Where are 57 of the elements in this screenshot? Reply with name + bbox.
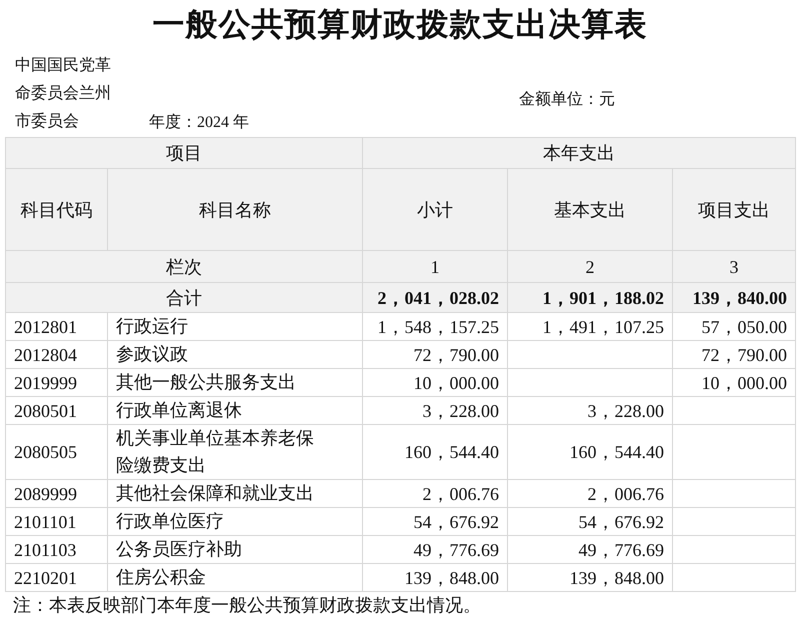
table-cell: 160，544.40 (362, 424, 508, 480)
header-cell: 科目代码 (6, 168, 108, 250)
table-cell: 2089999 (6, 480, 108, 508)
table-cell: 139，848.00 (508, 564, 672, 592)
header-cell: 本年支出 (362, 138, 796, 168)
report-title: 一般公共预算财政拨款支出决算表 (152, 5, 648, 44)
table-cell: 2210201 (6, 564, 108, 592)
table-cell: 机关事业单位基本养老保险缴费支出 (108, 424, 362, 480)
header-cell: 科目名称 (108, 168, 362, 250)
table-cell: 参政议政 (108, 340, 362, 368)
table-cell: 1，491，107.25 (508, 312, 672, 340)
table-cell: 54，676.92 (362, 508, 508, 536)
table-cell: 2012801 (6, 312, 108, 340)
table-cell: 行政运行 (108, 312, 362, 340)
table-cell: 54，676.92 (508, 508, 672, 536)
table-note: 注：本表反映部门本年度一般公共预算财政拨款支出情况。 (12, 594, 482, 617)
unit-name: 中国国民党革命委员会兰州市委员会 (15, 56, 112, 132)
table-cell: 10，000.00 (672, 368, 796, 396)
table-cell: 2，006.76 (508, 480, 672, 508)
table-cell: 49，776.69 (362, 536, 508, 564)
header-cell: 小计 (362, 168, 508, 250)
header-cell: 项目支出 (672, 168, 796, 250)
table-cell: 2080501 (6, 396, 108, 424)
table-cell: 行政单位医疗 (108, 508, 362, 536)
header-cell: 1 (362, 250, 508, 282)
table-cell: 2080505 (6, 424, 108, 480)
total-cell: 2，041，028.02 (362, 282, 508, 312)
total-cell: 139，840.00 (672, 282, 796, 312)
table-cell: 139，848.00 (362, 564, 508, 592)
table-cell: 57，050.00 (672, 312, 796, 340)
table-cell: 2101101 (6, 508, 108, 536)
table-cell: 1，548，157.25 (362, 312, 508, 340)
table-cell: 160，544.40 (508, 424, 672, 480)
table-cell: 2012804 (6, 340, 108, 368)
header-cell: 基本支出 (508, 168, 672, 250)
header-cell: 项目 (6, 138, 362, 168)
table-cell: 3，228.00 (508, 396, 672, 424)
table-cell: 2019999 (6, 368, 108, 396)
amount-unit: 金额单位：元 (519, 90, 615, 110)
table-cell: 2，006.76 (362, 480, 508, 508)
year-label: 年度：2024 年 (149, 112, 249, 133)
table-cell: 10，000.00 (362, 368, 508, 396)
table-cell: 其他社会保障和就业支出 (108, 480, 362, 508)
table-cell: 72，790.00 (362, 340, 508, 368)
header-cell: 2 (508, 250, 672, 282)
table-cell: 49，776.69 (508, 536, 672, 564)
header-cell: 栏次 (6, 250, 362, 282)
total-label: 合计 (6, 282, 362, 312)
table-cell: 2101103 (6, 536, 108, 564)
header-cell: 3 (672, 250, 796, 282)
table-cell: 3，228.00 (362, 396, 508, 424)
total-cell: 1，901，188.02 (508, 282, 672, 312)
table-cell: 其他一般公共服务支出 (108, 368, 362, 396)
table-cell: 行政单位离退休 (108, 396, 362, 424)
table-cell: 住房公积金 (108, 564, 362, 592)
table-cell: 公务员医疗补助 (108, 536, 362, 564)
table-cell: 72，790.00 (672, 340, 796, 368)
